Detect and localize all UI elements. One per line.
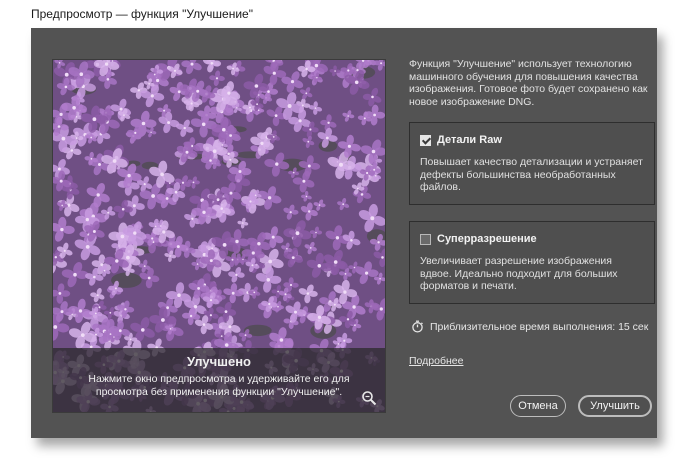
raw-details-checkbox[interactable] — [420, 134, 431, 146]
intro-text: Функция "Улучшение" использует технологи… — [409, 58, 648, 108]
time-estimate: Приблизительное время выполнения: 15 сек — [411, 320, 648, 333]
super-resolution-description: Увеличивает разрешение изображения вдвое… — [420, 255, 618, 292]
enhance-dialog: Улучшено Нажмите окно предпросмотра и уд… — [31, 28, 657, 438]
preview-pane[interactable]: Улучшено Нажмите окно предпросмотра и уд… — [52, 59, 386, 413]
preview-caption: Улучшено Нажмите окно предпросмотра и уд… — [53, 348, 385, 412]
learn-more-link[interactable]: Подробнее — [409, 355, 463, 367]
raw-details-description: Повышает качество детализации и устраняе… — [420, 156, 643, 193]
stopwatch-icon — [412, 320, 423, 333]
preview-caption-title: Улучшено — [187, 354, 251, 369]
time-estimate-text: Приблизительное время выполнения: 15 сек — [430, 320, 649, 333]
cancel-button[interactable]: Отмена — [510, 395, 566, 417]
preview-caption-text: Нажмите окно предпросмотра и удерживайте… — [88, 373, 350, 398]
enhance-button[interactable]: Улучшить — [578, 395, 652, 417]
magnifier-icon[interactable] — [361, 390, 377, 406]
option-raw-details: Детали Raw Повышает качество детализации… — [409, 122, 655, 205]
window-title: Предпросмотр — функция "Улучшение" — [31, 7, 253, 21]
raw-details-label[interactable]: Детали Raw — [437, 134, 502, 146]
super-resolution-checkbox[interactable] — [420, 233, 431, 245]
option-super-resolution: Суперразрешение Увеличивает разрешение и… — [409, 221, 655, 304]
super-resolution-label[interactable]: Суперразрешение — [437, 233, 537, 245]
